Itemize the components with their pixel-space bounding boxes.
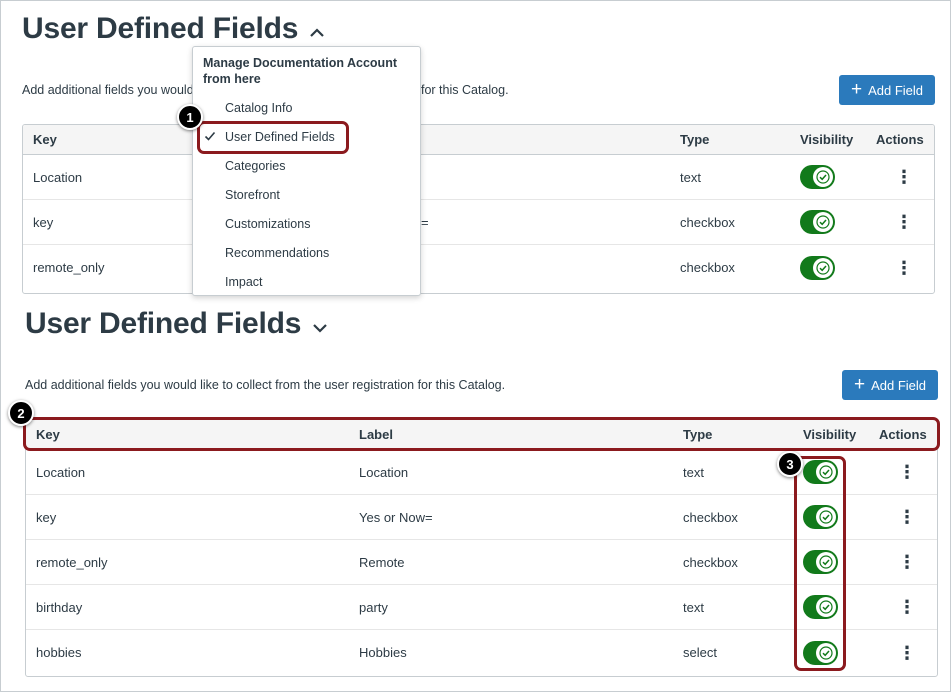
table-row: hobbies Hobbies select ⋮	[36, 640, 916, 665]
check-icon	[816, 260, 830, 275]
header-visibility: Visibility	[800, 132, 854, 147]
menu-item-user-defined-fields[interactable]: User Defined Fields	[193, 122, 420, 151]
check-icon	[819, 510, 833, 524]
check-icon	[816, 215, 830, 229]
header-visibility: Visibility	[803, 427, 857, 442]
visibility-toggle[interactable]	[803, 640, 838, 665]
kebab-icon[interactable]: ⋮	[898, 508, 916, 526]
menu-item-storefront[interactable]: Storefront	[193, 180, 420, 209]
top-page-title[interactable]: User Defined Fields	[22, 12, 326, 47]
visibility-toggle[interactable]	[803, 595, 838, 619]
header-type: Type	[680, 132, 710, 147]
check-icon	[819, 645, 833, 660]
kebab-icon[interactable]: ⋮	[895, 213, 913, 231]
kebab-icon[interactable]: ⋮	[898, 553, 916, 571]
top-description-left: Add additional fields you would	[22, 83, 194, 97]
check-icon	[819, 555, 833, 569]
checkmark-icon	[204, 131, 216, 141]
header-type: Type	[683, 427, 713, 442]
callout-1: 1	[177, 104, 203, 130]
kebab-icon[interactable]: ⋮	[898, 463, 916, 481]
check-icon	[816, 170, 830, 184]
top-description-right: for this Catalog.	[421, 83, 509, 97]
plus-icon: +	[850, 78, 863, 100]
kebab-icon[interactable]: ⋮	[895, 168, 913, 186]
kebab-icon[interactable]: ⋮	[895, 259, 913, 277]
header-actions: Actions	[879, 427, 927, 442]
check-icon	[819, 600, 833, 614]
chevron-up-icon[interactable]	[308, 13, 326, 47]
manage-account-menu: Manage Documentation Account from here C…	[192, 46, 421, 296]
plus-icon: +	[853, 373, 866, 395]
bottom-table-header: Key Label Type Visibility Actions	[26, 420, 937, 450]
table-row: key = checkbox ⋮	[23, 200, 934, 245]
menu-item-recommendations[interactable]: Recommendations	[193, 238, 420, 267]
visibility-toggle[interactable]	[800, 210, 835, 234]
visibility-toggle[interactable]	[803, 460, 838, 484]
top-add-field-button[interactable]: + Add Field	[839, 75, 935, 105]
chevron-down-icon[interactable]	[311, 308, 329, 342]
table-row: remote_only checkbox ⋮	[33, 255, 913, 280]
table-row: birthday party text ⋮	[26, 585, 937, 630]
visibility-toggle[interactable]	[803, 505, 838, 529]
callout-2: 2	[8, 400, 34, 426]
table-row: Location text ⋮	[23, 155, 934, 200]
header-label: Label	[359, 427, 393, 442]
kebab-icon[interactable]: ⋮	[898, 598, 916, 616]
visibility-toggle[interactable]	[800, 165, 835, 189]
top-fields-table: Key Type Visibility Actions Location tex…	[22, 124, 935, 294]
check-icon	[819, 465, 833, 479]
menu-item-categories[interactable]: Categories	[193, 151, 420, 180]
menu-heading: Manage Documentation Account from here	[203, 56, 397, 86]
top-table-header: Key Type Visibility Actions	[23, 125, 934, 155]
bottom-add-field-button[interactable]: + Add Field	[842, 370, 938, 400]
table-row: remote_only Remote checkbox ⋮	[26, 540, 937, 585]
callout-3: 3	[777, 451, 803, 477]
header-actions: Actions	[876, 132, 924, 147]
table-row: key Yes or Now= checkbox ⋮	[26, 495, 937, 540]
kebab-icon[interactable]: ⋮	[898, 644, 916, 662]
menu-item-customizations[interactable]: Customizations	[193, 209, 420, 238]
bottom-description: Add additional fields you would like to …	[25, 378, 506, 392]
menu-item-impact[interactable]: Impact	[193, 267, 420, 296]
visibility-toggle[interactable]	[803, 550, 838, 574]
menu-item-catalog-info[interactable]: Catalog Info	[193, 93, 420, 122]
bottom-page-title[interactable]: User Defined Fields	[25, 307, 329, 342]
visibility-toggle[interactable]	[800, 255, 835, 280]
header-key: Key	[36, 427, 60, 442]
header-key: Key	[33, 132, 57, 147]
